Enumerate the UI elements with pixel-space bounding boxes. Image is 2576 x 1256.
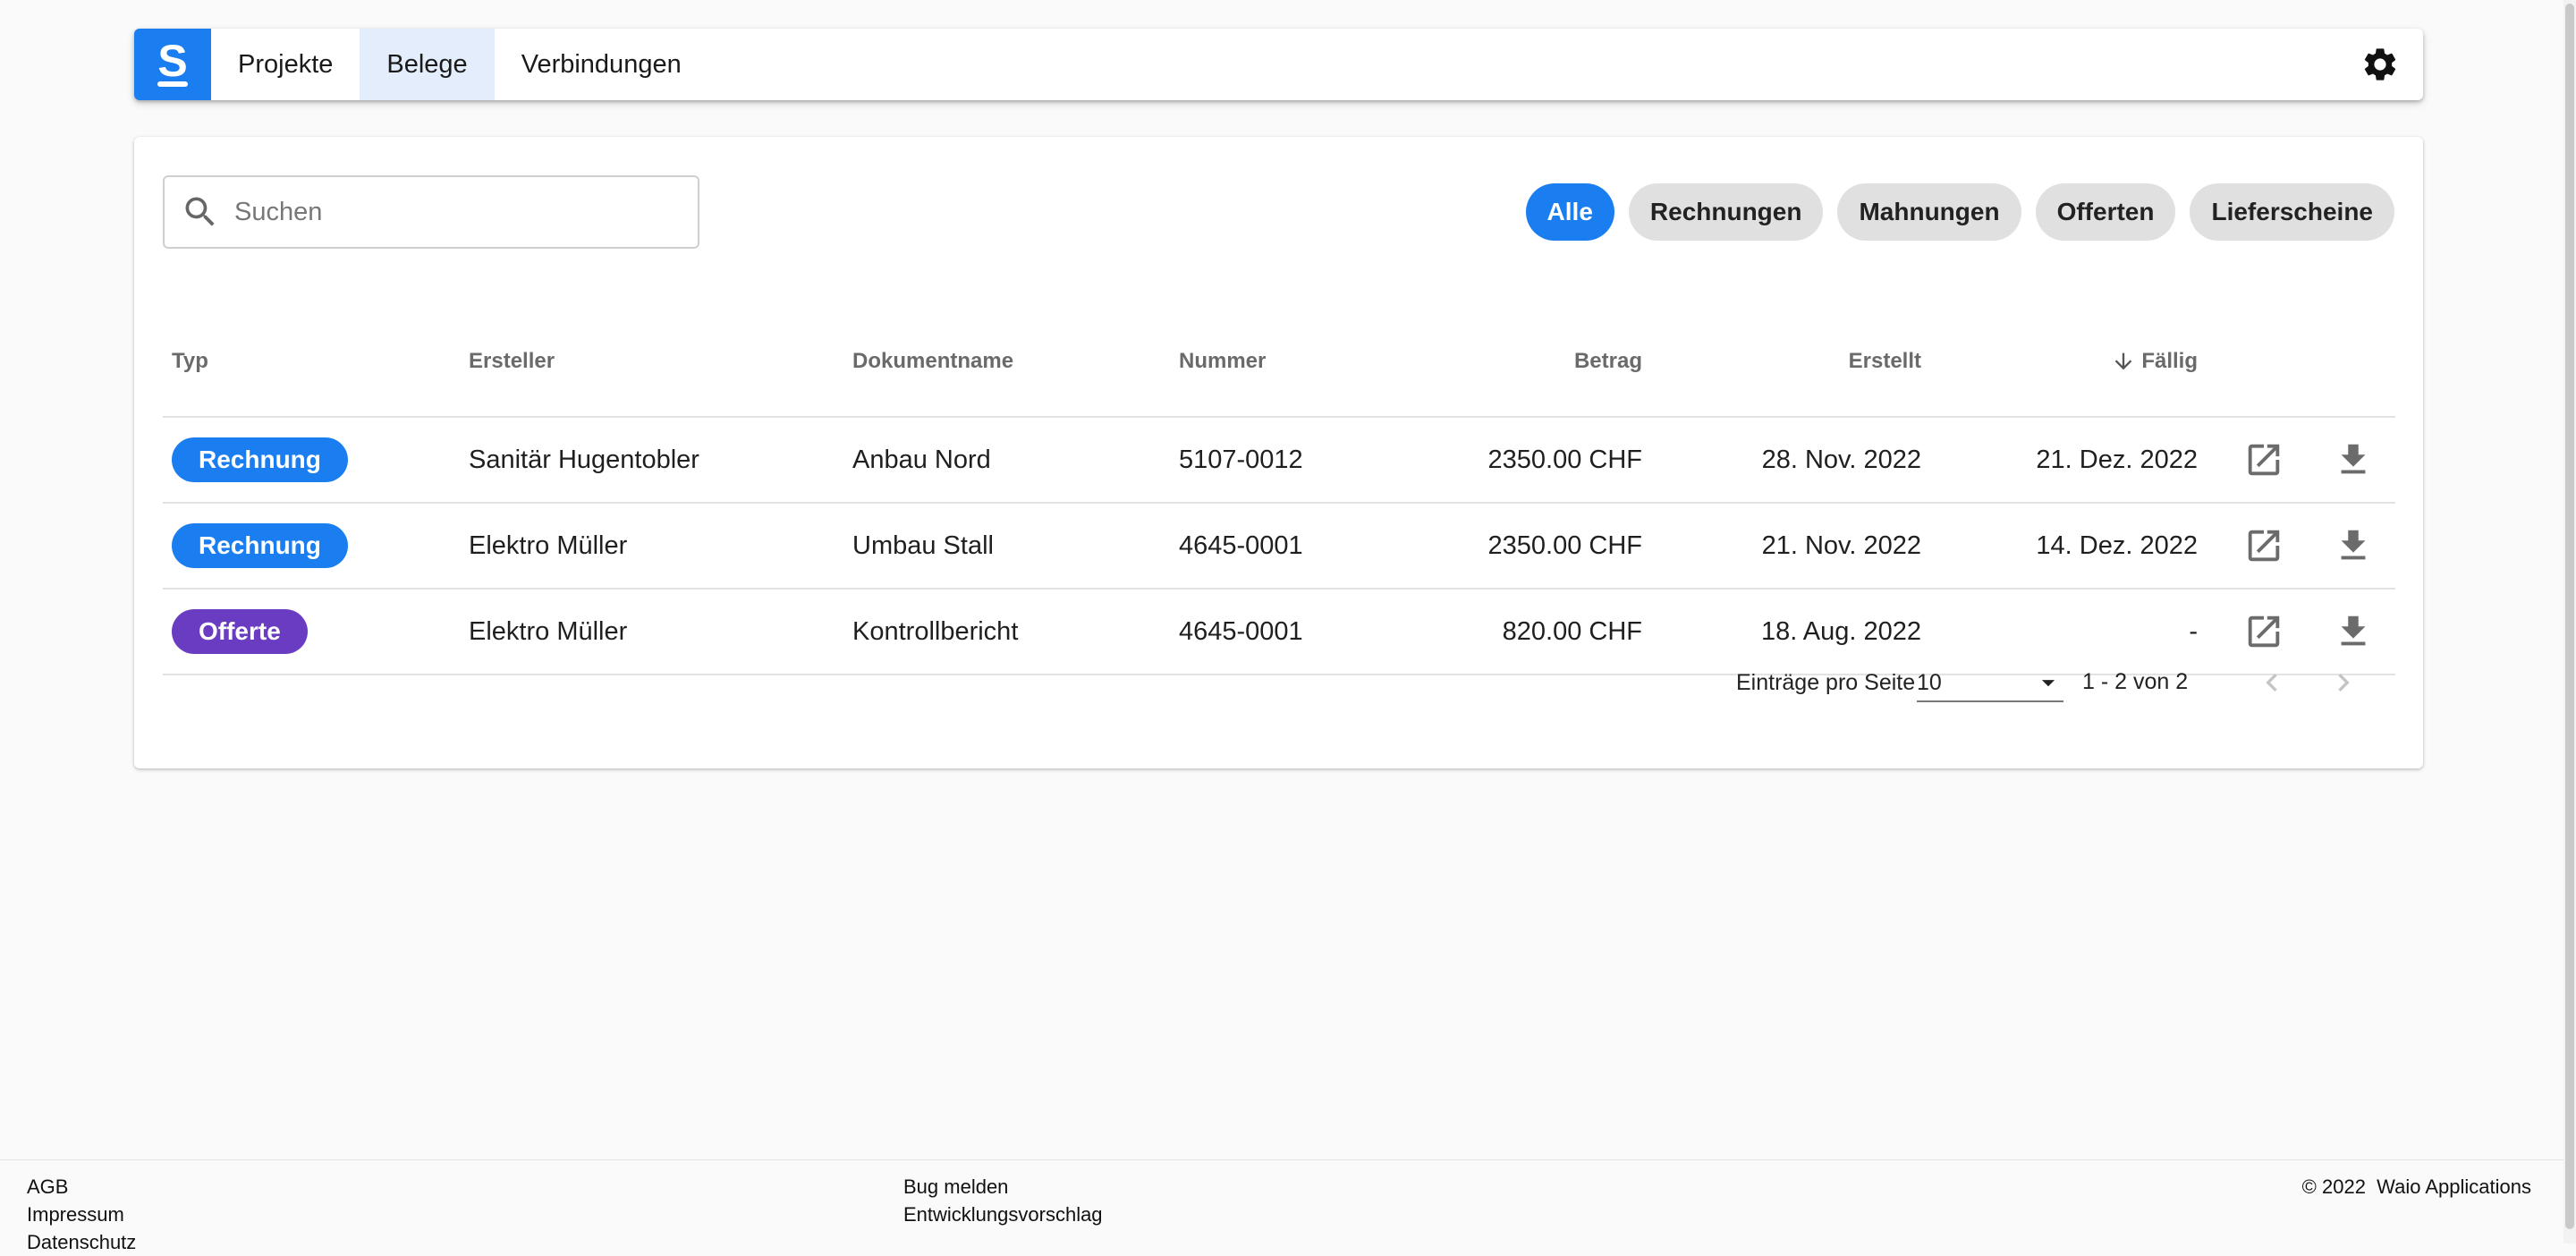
cell-ersteller: Sanitär Hugentobler <box>469 445 699 474</box>
download-icon <box>2341 615 2366 646</box>
copyright-text: © 2022 Waio Applications <box>2301 1175 2531 1198</box>
filter-chip-lieferscheine[interactable]: Lieferscheine <box>2190 183 2394 241</box>
per-page-value: 10 <box>1917 669 1942 695</box>
page-scrollbar[interactable] <box>2563 0 2576 1243</box>
arrow-down-icon <box>2114 352 2132 370</box>
cell-ersteller: Elektro Müller <box>469 530 628 560</box>
filter-chip-mahnungen[interactable]: Mahnungen <box>1837 183 2021 241</box>
cell-erstellt: 28. Nov. 2022 <box>1761 445 1921 474</box>
page-footer: AGB Impressum Datenschutz Bug melden Ent… <box>0 1159 2576 1253</box>
download-icon <box>2341 530 2366 560</box>
chevron-right-icon <box>2338 674 2350 692</box>
table-body: Rechnung Sanitär Hugentobler Anbau Nord … <box>163 418 2395 675</box>
column-header-nummer[interactable]: Nummer <box>1179 307 1266 416</box>
cell-ersteller: Elektro Müller <box>469 616 628 646</box>
cell-dokumentname: Kontrollbericht <box>852 616 1019 646</box>
table-row[interactable]: Rechnung Elektro Müller Umbau Stall 4645… <box>163 504 2395 590</box>
footer-copyright: © 2022 Waio Applications <box>2302 1173 2531 1201</box>
chevron-left-icon <box>2266 674 2277 692</box>
column-header-erstellt[interactable]: Erstellt <box>1849 307 1921 416</box>
cell-faellig: - <box>2189 616 2198 646</box>
type-badge: Rechnung <box>172 437 348 482</box>
cell-dokumentname: Umbau Stall <box>852 530 994 560</box>
table-row[interactable]: Rechnung Sanitär Hugentobler Anbau Nord … <box>163 418 2395 504</box>
footer-legal-links: AGB Impressum Datenschutz <box>27 1173 136 1256</box>
gear-icon <box>2364 48 2396 81</box>
app-logo[interactable]: S <box>134 29 211 100</box>
cell-erstellt: 21. Nov. 2022 <box>1761 530 1921 560</box>
footer-link-impressum[interactable]: Impressum <box>27 1201 136 1228</box>
footer-link-entwicklungsvorschlag[interactable]: Entwicklungsvorschlag <box>903 1201 1103 1228</box>
column-header-faellig[interactable]: Fällig <box>2111 307 2198 416</box>
cell-nummer: 4645-0001 <box>1179 530 1303 560</box>
filter-chips: Alle Rechnungen Mahnungen Offerten Liefe… <box>1525 183 2394 241</box>
column-header-faellig-label: Fällig <box>2141 349 2198 373</box>
next-page-button[interactable] <box>2318 658 2368 708</box>
table-header: Typ Ersteller Dokumentname Nummer Betrag… <box>163 307 2395 418</box>
column-header-typ[interactable]: Typ <box>172 307 208 416</box>
column-header-dokumentname[interactable]: Dokumentname <box>852 307 1013 416</box>
open-external-button[interactable] <box>2240 504 2288 588</box>
search-input[interactable] <box>233 196 662 228</box>
belege-table: Typ Ersteller Dokumentname Nummer Betrag… <box>163 307 2395 675</box>
svg-text:S: S <box>157 40 187 86</box>
open-in-new-icon <box>2248 444 2280 476</box>
cell-betrag: 2350.00 CHF <box>1487 530 1643 560</box>
search-box[interactable] <box>163 175 699 249</box>
cell-faellig: 14. Dez. 2022 <box>2036 530 2198 560</box>
nav-item-projekte[interactable]: Projekte <box>211 29 360 100</box>
nav-item-belege[interactable]: Belege <box>360 29 495 100</box>
type-badge: Offerte <box>172 609 308 654</box>
belege-card: Alle Rechnungen Mahnungen Offerten Liefe… <box>134 137 2423 768</box>
pagination-range: 1 - 2 von 2 <box>2082 669 2189 694</box>
type-badge: Rechnung <box>172 523 348 568</box>
cell-nummer: 4645-0001 <box>1179 616 1303 646</box>
filter-chip-rechnungen[interactable]: Rechnungen <box>1628 183 1824 241</box>
open-external-button[interactable] <box>2240 418 2288 502</box>
logo-icon: S <box>157 40 188 87</box>
column-header-betrag[interactable]: Betrag <box>1574 307 1642 416</box>
scrollbar-thumb[interactable] <box>2565 4 2574 1229</box>
caret-down-icon <box>2041 680 2055 687</box>
footer-link-datenschutz[interactable]: Datenschutz <box>27 1228 136 1256</box>
cell-dokumentname: Anbau Nord <box>852 445 991 474</box>
per-page-label: Einträge pro Seite <box>1736 670 1916 695</box>
nav-item-verbindungen[interactable]: Verbindungen <box>495 29 708 100</box>
cell-erstellt: 18. Aug. 2022 <box>1761 616 1921 646</box>
open-in-new-icon <box>2248 615 2280 648</box>
filter-chip-offerten[interactable]: Offerten <box>2035 183 2176 241</box>
previous-page-button[interactable] <box>2247 658 2297 708</box>
filter-chip-alle[interactable]: Alle <box>1525 183 1614 241</box>
top-navbar: S Projekte Belege Verbindungen <box>134 29 2423 100</box>
column-header-ersteller[interactable]: Ersteller <box>469 307 555 416</box>
table-row[interactable]: Offerte Elektro Müller Kontrollbericht 4… <box>163 590 2395 675</box>
footer-link-bug-melden[interactable]: Bug melden <box>903 1173 1103 1201</box>
per-page-select[interactable]: 10 <box>1917 665 2063 702</box>
download-button[interactable] <box>2329 504 2377 588</box>
cell-nummer: 5107-0012 <box>1179 445 1303 474</box>
footer-feedback-links: Bug melden Entwicklungsvorschlag <box>903 1173 1103 1228</box>
cell-betrag: 2350.00 CHF <box>1487 445 1643 474</box>
download-icon <box>2341 444 2366 474</box>
search-icon <box>185 197 215 226</box>
download-button[interactable] <box>2329 418 2377 502</box>
cell-betrag: 820.00 CHF <box>1502 616 1642 646</box>
settings-button[interactable] <box>2344 29 2416 100</box>
open-in-new-icon <box>2248 530 2280 562</box>
cell-faellig: 21. Dez. 2022 <box>2036 445 2198 474</box>
footer-link-agb[interactable]: AGB <box>27 1173 136 1201</box>
